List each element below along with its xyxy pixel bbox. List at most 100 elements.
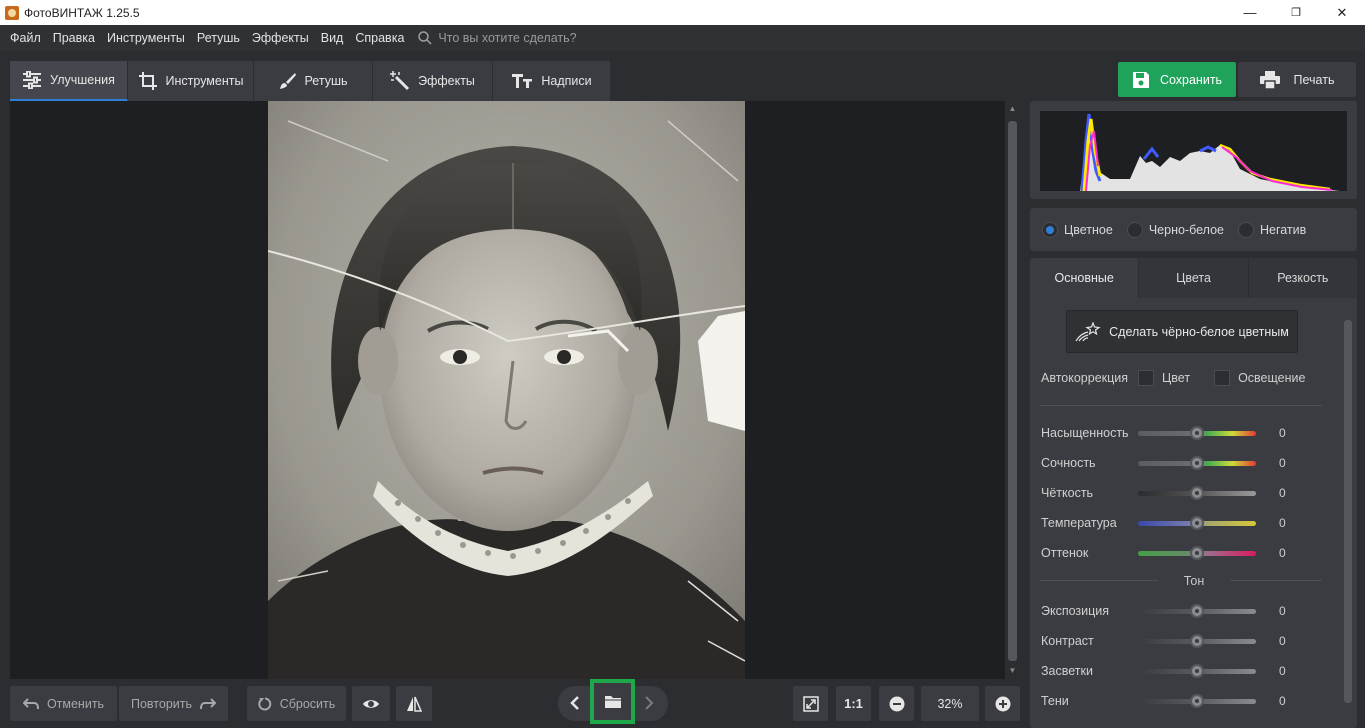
tab-effects[interactable]: Эффекты [373, 61, 493, 101]
main-toolbar: Улучшения Инструменты Ретушь Эффекты Над… [0, 51, 1365, 101]
sliders-icon [23, 71, 42, 89]
slider-knob[interactable] [1190, 693, 1204, 708]
menu-effects[interactable]: Эффекты [246, 31, 315, 45]
temperature-label: Температура [1041, 516, 1117, 530]
canvas-scroll-thumb[interactable] [1008, 121, 1017, 661]
open-folder-button[interactable] [590, 679, 635, 724]
panel-scroll-thumb[interactable] [1344, 320, 1352, 703]
print-button[interactable]: Печать [1238, 62, 1356, 97]
tab-basic[interactable]: Основные [1030, 258, 1139, 298]
next-image-button[interactable] [644, 696, 654, 713]
slider-knob[interactable] [1190, 603, 1204, 618]
previous-image-button[interactable] [570, 696, 580, 713]
menu-view[interactable]: Вид [315, 31, 350, 45]
auto-lighting-checkbox[interactable] [1214, 370, 1231, 386]
slider-knob[interactable] [1190, 455, 1204, 470]
undo-label: Отменить [46, 696, 105, 711]
redo-icon [200, 697, 216, 709]
slider-row-clarity: Чёткость 0 [1041, 485, 1341, 501]
clarity-label: Чёткость [1041, 486, 1094, 500]
clarity-slider[interactable] [1138, 485, 1256, 500]
restore-button[interactable]: ❐ [1273, 0, 1319, 25]
compare-button[interactable] [396, 686, 432, 721]
mode-bw-radio[interactable]: Черно-белое [1126, 221, 1224, 238]
redo-button[interactable]: Повторить [119, 686, 228, 721]
contrast-value: 0 [1279, 634, 1286, 648]
printer-icon [1259, 70, 1280, 89]
contrast-label: Контраст [1041, 634, 1094, 648]
tint-slider[interactable] [1138, 545, 1256, 560]
save-button[interactable]: Сохранить [1118, 62, 1236, 97]
vibrance-slider[interactable] [1138, 455, 1256, 470]
mode-color-radio[interactable]: Цветное [1042, 221, 1113, 238]
highlights-label: Засветки [1041, 664, 1093, 678]
brush-icon [279, 73, 296, 89]
zoom-out-icon [889, 696, 904, 711]
tab-enhance[interactable]: Улучшения [10, 61, 128, 101]
tab-sharpness[interactable]: Резкость [1247, 258, 1357, 298]
preview-button[interactable] [352, 686, 390, 721]
zoom-out-button[interactable] [879, 686, 914, 721]
section-divider [1040, 405, 1322, 406]
redo-label: Повторить [130, 696, 192, 711]
temperature-slider[interactable] [1138, 515, 1256, 530]
mode-color-label: Цветное [1064, 222, 1113, 237]
radio-dot-selected [1042, 221, 1058, 238]
photo-canvas[interactable] [10, 101, 1005, 679]
zoom-level-field[interactable]: 32% [921, 686, 979, 721]
reset-icon [258, 697, 271, 710]
exposure-slider[interactable] [1138, 603, 1256, 618]
menu-file[interactable]: Файл [4, 31, 47, 45]
histogram-graph [1080, 113, 1340, 192]
mode-negative-radio[interactable]: Негатив [1237, 221, 1306, 238]
radio-dot [1237, 221, 1254, 238]
tab-colors[interactable]: Цвета [1138, 258, 1248, 298]
command-search[interactable]: Что вы хотите сделать? [418, 31, 577, 45]
menu-retouch[interactable]: Ретушь [191, 31, 246, 45]
temperature-value: 0 [1279, 516, 1286, 530]
shadows-slider[interactable] [1138, 693, 1256, 708]
saturation-label: Насыщенность [1041, 426, 1129, 440]
menu-edit[interactable]: Правка [47, 31, 101, 45]
magic-stars-icon [1075, 321, 1101, 341]
radio-dot [1126, 221, 1143, 238]
zoom-in-button[interactable] [985, 686, 1020, 721]
bottom-toolbar: Отменить Повторить Сбросить 1:1 32% [0, 679, 1022, 728]
slider-knob[interactable] [1190, 663, 1204, 678]
actual-size-button[interactable]: 1:1 [836, 686, 871, 721]
slider-knob[interactable] [1190, 633, 1204, 648]
highlights-slider[interactable] [1138, 663, 1256, 678]
tab-retouch[interactable]: Ретушь [254, 61, 373, 101]
menu-help[interactable]: Справка [349, 31, 410, 45]
slider-knob[interactable] [1190, 425, 1204, 440]
panel-scrollbar[interactable] [1342, 302, 1354, 722]
auto-color-checkbox[interactable] [1138, 370, 1155, 386]
histogram-container [1030, 101, 1357, 199]
old-portrait-photo [268, 101, 745, 679]
canvas-scrollbar[interactable]: ▲ ▼ [1005, 101, 1020, 679]
close-button[interactable]: ✕ [1319, 0, 1365, 25]
slider-knob[interactable] [1190, 515, 1204, 530]
scroll-down-arrow[interactable]: ▼ [1008, 666, 1017, 676]
exposure-value: 0 [1279, 604, 1286, 618]
zoom-in-icon [995, 696, 1010, 711]
reset-button[interactable]: Сбросить [247, 686, 346, 721]
slider-knob[interactable] [1190, 485, 1204, 500]
tab-retouch-label: Ретушь [304, 74, 348, 88]
minimize-button[interactable]: — [1227, 0, 1273, 25]
scroll-up-arrow[interactable]: ▲ [1008, 104, 1017, 114]
slider-row-shadows: Тени 0 [1041, 693, 1341, 709]
histogram [1040, 111, 1347, 192]
contrast-slider[interactable] [1138, 633, 1256, 648]
tab-tools[interactable]: Инструменты [128, 61, 254, 101]
menu-tools[interactable]: Инструменты [101, 31, 191, 45]
saturation-value: 0 [1279, 426, 1286, 440]
slider-knob[interactable] [1190, 545, 1204, 560]
colorize-button[interactable]: Сделать чёрно-белое цветным [1066, 310, 1298, 353]
vibrance-value: 0 [1279, 456, 1286, 470]
undo-button[interactable]: Отменить [10, 686, 117, 721]
window-title: ФотоВИНТАЖ 1.25.5 [24, 5, 140, 20]
fit-screen-button[interactable] [793, 686, 828, 721]
tab-captions[interactable]: Надписи [493, 61, 611, 101]
saturation-slider[interactable] [1138, 425, 1256, 440]
